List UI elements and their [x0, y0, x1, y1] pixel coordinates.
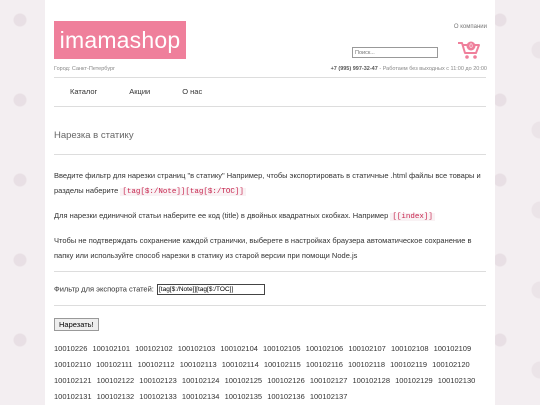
exported-id[interactable]: 100102135 [225, 392, 263, 401]
exported-id[interactable]: 100102109 [434, 344, 472, 353]
exported-id[interactable]: 100102134 [182, 392, 220, 401]
exported-id[interactable]: 100102102 [135, 344, 173, 353]
exported-id[interactable]: 100102110 [54, 360, 91, 369]
exported-id[interactable]: 100102118 [348, 360, 385, 369]
exported-id[interactable]: 100102101 [92, 344, 130, 353]
cart-button[interactable]: 0 [457, 40, 481, 60]
working-hours: - Работаем без выходных с 11:00 до 20:00 [377, 66, 487, 72]
divider [54, 271, 486, 272]
filter-input[interactable] [156, 284, 265, 295]
main-nav: Каталог Акции О нас [54, 77, 486, 107]
exported-id[interactable]: 100102124 [182, 376, 220, 385]
page: imamashop О компании 0 Город: Санкт-Пете… [45, 0, 495, 405]
exported-id[interactable]: 100102107 [348, 344, 386, 353]
exported-id[interactable]: 100102111 [96, 360, 132, 369]
instructions-paragraph-2: Для нарезки единичной статьи наберите ее… [54, 208, 486, 225]
exported-id[interactable]: 100102119 [390, 360, 427, 369]
exported-id[interactable]: 100102125 [225, 376, 263, 385]
exported-id[interactable]: 100102126 [267, 376, 305, 385]
page-title: Нарезка в статику [54, 130, 134, 141]
about-company-link[interactable]: О компании [454, 24, 487, 30]
example-title-code: [[index]] [390, 213, 435, 221]
example-filter-code: [tag[$:/Note]][tag[$:/TOC]] [120, 188, 246, 196]
exported-id[interactable]: 100102105 [263, 344, 301, 353]
nav-item-about[interactable]: О нас [166, 78, 218, 106]
instructions-text-1: Введите фильтр для нарезки страниц "в ст… [54, 171, 481, 195]
exported-ids-list: 10010226 100102101 100102102 100102103 1… [54, 341, 486, 405]
main-content: Нарезка в статику Введите фильтр для нар… [54, 115, 486, 405]
exported-id[interactable]: 100102130 [438, 376, 476, 385]
exported-id[interactable]: 100102136 [267, 392, 305, 401]
exported-id[interactable]: 100102127 [310, 376, 348, 385]
exported-id[interactable]: 100102131 [54, 392, 92, 401]
city-label: Город: Санкт-Петербург [54, 66, 116, 72]
exported-id[interactable]: 100102121 [54, 376, 92, 385]
exported-id[interactable]: 100102123 [139, 376, 177, 385]
site-header: imamashop О компании 0 Город: Санкт-Пете… [45, 0, 495, 78]
exported-id[interactable]: 100102115 [264, 360, 301, 369]
phone-number[interactable]: +7 (995) 997-32-47 [331, 66, 378, 72]
exported-id[interactable]: 100102129 [395, 376, 433, 385]
search-input[interactable] [352, 47, 438, 58]
instructions-text-2: Для нарезки единичной статьи наберите ее… [54, 211, 389, 220]
exported-id[interactable]: 100102137 [310, 392, 348, 401]
divider [54, 154, 486, 155]
exported-id[interactable]: 100102132 [97, 392, 135, 401]
exported-id[interactable]: 100102112 [138, 360, 175, 369]
nav-item-promotions[interactable]: Акции [113, 78, 166, 106]
exported-id[interactable]: 100102128 [352, 376, 390, 385]
exported-id[interactable]: 100102113 [180, 360, 217, 369]
exported-id[interactable]: 100102103 [178, 344, 216, 353]
exported-id[interactable]: 100102106 [306, 344, 344, 353]
filter-row: Фильтр для экспорта статей: [54, 284, 486, 295]
cart-icon: 0 [458, 41, 480, 59]
export-button[interactable]: Нарезать! [54, 318, 99, 331]
exported-id[interactable]: 100102108 [391, 344, 429, 353]
nav-item-catalog[interactable]: Каталог [54, 78, 113, 106]
contact-line: +7 (995) 997-32-47 - Работаем без выходн… [331, 66, 487, 72]
exported-id[interactable]: 100102120 [432, 360, 470, 369]
exported-id[interactable]: 100102122 [97, 376, 135, 385]
exported-id[interactable]: 100102114 [222, 360, 259, 369]
exported-id[interactable]: 100102133 [139, 392, 177, 401]
exported-id[interactable]: 100102104 [220, 344, 258, 353]
filter-label: Фильтр для экспорта статей: [54, 284, 154, 294]
instructions-paragraph-1: Введите фильтр для нарезки страниц "в ст… [54, 168, 486, 200]
divider [54, 305, 486, 306]
exported-id[interactable]: 100102116 [306, 360, 343, 369]
site-logo[interactable]: imamashop [54, 21, 186, 59]
exported-id[interactable]: 10010226 [54, 344, 87, 353]
instructions-paragraph-3: Чтобы не подтверждать сохранение каждой … [54, 236, 472, 260]
